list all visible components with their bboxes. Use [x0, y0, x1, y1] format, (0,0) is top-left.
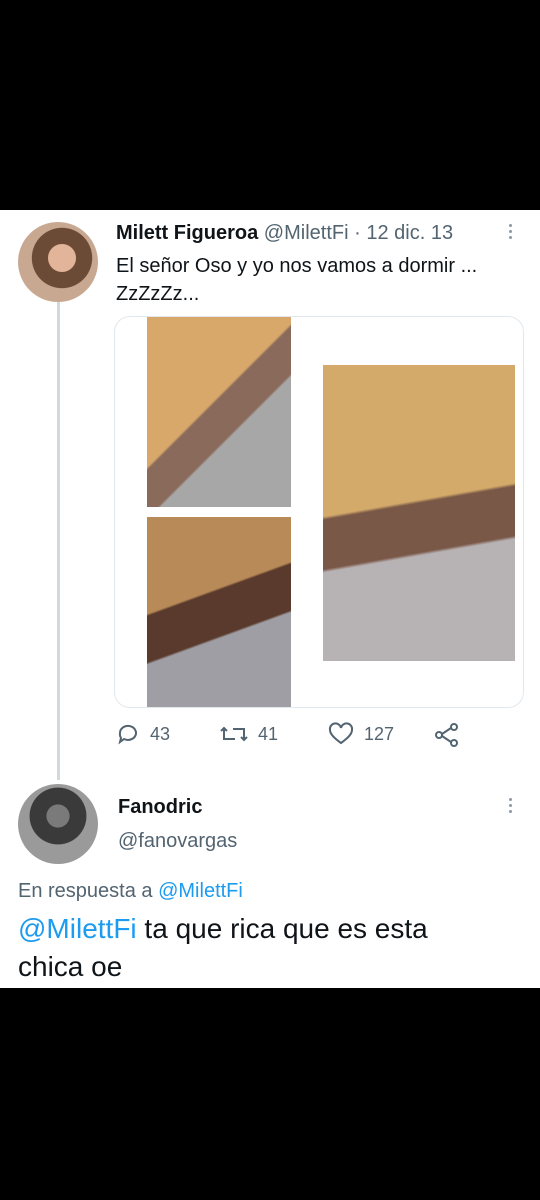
reply-author-handle[interactable]: @fanovargas: [118, 830, 237, 853]
reply-author-avatar[interactable]: [18, 784, 98, 864]
author-handle[interactable]: @MilettFi: [264, 222, 349, 244]
tweet-header: Milett Figueroa @MilettFi · 12 dic. 13: [116, 222, 453, 245]
reply-more-icon[interactable]: [509, 798, 513, 813]
reply-text-line-2: chica oe: [18, 951, 123, 982]
in-reply-handle[interactable]: @MilettFi: [158, 880, 243, 902]
in-reply-prefix: En respuesta a: [18, 880, 153, 902]
reply-author-name[interactable]: Fanodric: [118, 796, 202, 819]
reply-count: 43: [150, 723, 171, 744]
retweet-icon: [220, 726, 248, 742]
share-icon: [435, 723, 458, 747]
reply-action[interactable]: 43: [116, 722, 170, 746]
thread-line: [57, 302, 60, 780]
like-action[interactable]: 127: [328, 722, 394, 746]
reply-text-content: ta que rica que es esta: [136, 913, 428, 944]
tweet-card: Milett Figueroa @MilettFi · 12 dic. 13 E…: [0, 210, 540, 988]
tweet-date[interactable]: 12 dic. 13: [366, 222, 453, 244]
tweet-text: El señor Oso y yo nos vamos a dormir ...…: [116, 252, 526, 308]
photo-3[interactable]: [323, 365, 515, 661]
retweet-count: 41: [258, 723, 279, 744]
author-name[interactable]: Milett Figueroa: [116, 222, 258, 244]
tweet-actions: 43 41 127: [114, 722, 514, 752]
photo-1[interactable]: [147, 317, 291, 507]
reply-mention-link[interactable]: @MilettFi: [18, 913, 137, 944]
reply-text: @MilettFi ta que rica que es esta chica …: [18, 910, 528, 986]
reply-text-line-1: @MilettFi ta que rica que es esta: [18, 910, 528, 948]
tweet-media[interactable]: [114, 316, 524, 708]
retweet-action[interactable]: 41: [220, 722, 278, 746]
tweet-text-line-2: ZzZzZz...: [116, 283, 200, 305]
photo-2[interactable]: [147, 517, 291, 707]
reply-icon: [118, 724, 137, 745]
share-action[interactable]: [434, 722, 460, 748]
like-icon: [328, 722, 354, 745]
in-reply-to: En respuesta a @MilettFi: [18, 880, 243, 903]
tweet-text-line-1: El señor Oso y yo nos vamos a dormir ...: [116, 255, 478, 277]
like-count: 127: [364, 723, 395, 744]
author-avatar[interactable]: [18, 222, 98, 302]
more-icon[interactable]: [509, 224, 513, 239]
separator: ·: [354, 222, 361, 244]
